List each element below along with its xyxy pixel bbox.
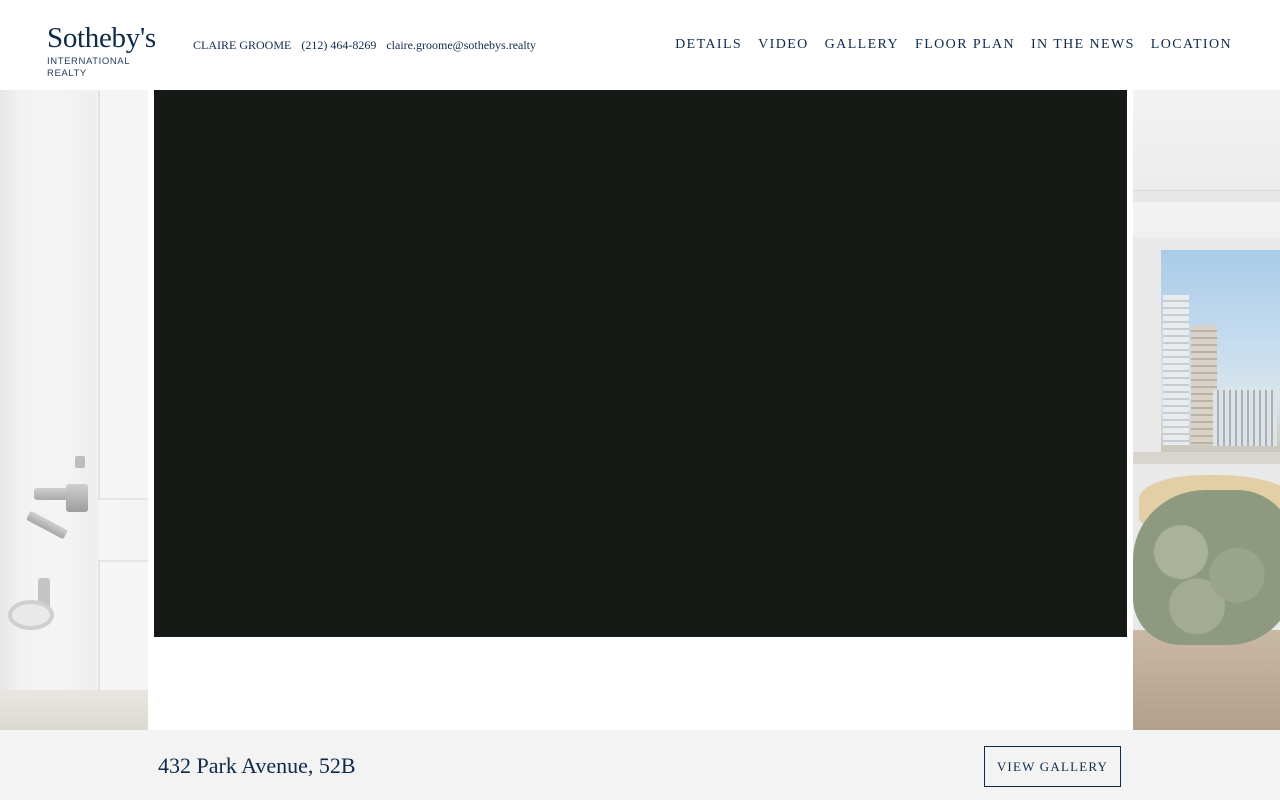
sothebys-logo[interactable]: Sotheby's INTERNATIONAL REALTY — [47, 22, 167, 79]
nav-item-location[interactable]: LOCATION — [1151, 36, 1232, 54]
logo-subline: INTERNATIONAL REALTY — [47, 56, 130, 79]
towel-bar — [26, 510, 68, 540]
nav-item-video[interactable]: VIDEO — [758, 36, 809, 54]
listing-bar: 432 Park Avenue, 52B VIEW GALLERY — [0, 730, 1280, 800]
nav-item-in-the-news[interactable]: IN THE NEWS — [1031, 36, 1135, 54]
hero-spacer — [148, 637, 1133, 730]
nav-item-details[interactable]: DETAILS — [675, 36, 742, 54]
agent-contact: CLAIRE GROOME (212) 464-8269 claire.groo… — [193, 37, 536, 53]
ceiling — [1133, 90, 1280, 190]
agent-name: CLAIRE GROOME — [193, 37, 292, 52]
door-handle-rose — [66, 484, 88, 512]
rug — [1133, 630, 1280, 730]
main-nav: DETAILS VIDEO GALLERY FLOOR PLAN IN THE … — [675, 36, 1232, 54]
hero-photo-left — [0, 90, 148, 730]
door-panel — [98, 90, 148, 500]
skyscraper — [1163, 295, 1189, 445]
logo-wordmark: Sotheby's — [47, 22, 156, 54]
door-lock — [75, 456, 85, 468]
floor — [0, 690, 148, 730]
listing-address: 432 Park Avenue, 52B — [158, 753, 356, 778]
agent-email-link[interactable]: claire.groome@sothebys.realty — [386, 38, 536, 53]
toilet-paper-holder — [8, 600, 54, 630]
hero-video-player[interactable] — [154, 90, 1127, 637]
nav-item-floor-plan[interactable]: FLOOR PLAN — [915, 36, 1015, 54]
agent-phone-link[interactable]: (212) 464-8269 — [301, 38, 376, 53]
hero-photo-right — [1133, 90, 1280, 730]
nav-item-gallery[interactable]: GALLERY — [825, 36, 899, 54]
window-sill — [1133, 452, 1280, 464]
ceiling-trim — [1133, 190, 1280, 202]
skyscraper — [1213, 390, 1277, 446]
view-gallery-button[interactable]: VIEW GALLERY — [984, 746, 1121, 787]
knit-pillow — [1133, 490, 1280, 645]
site-header: Sotheby's INTERNATIONAL REALTY CLAIRE GR… — [0, 0, 1280, 90]
